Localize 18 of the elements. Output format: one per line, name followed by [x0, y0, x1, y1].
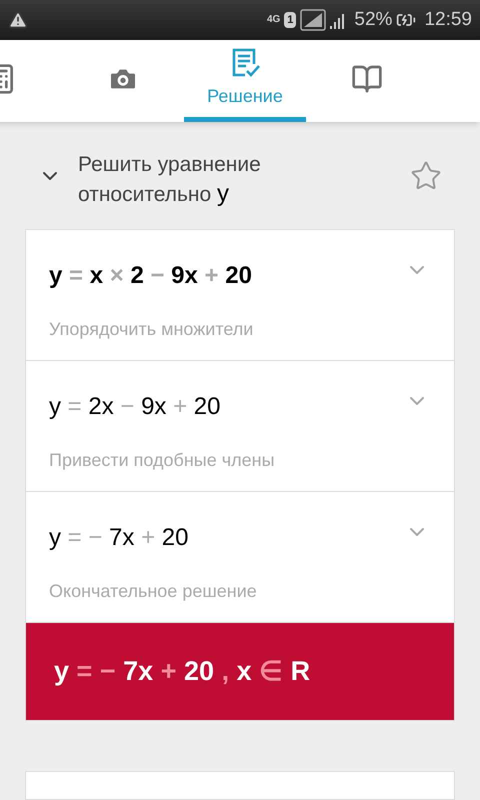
equation: y = − 7x + 20 [49, 523, 190, 553]
signal-icon [300, 9, 346, 31]
clock: 12:59 [424, 8, 472, 32]
final-answer: y = − 7x + 20 , x ∈ R [54, 655, 310, 688]
book-icon [351, 62, 383, 94]
step-description: Окончательное решение [49, 580, 258, 603]
solution-step[interactable]: y = 2x − 9x + 20 Привести подобные члены [26, 361, 454, 492]
favorite-star-icon[interactable] [410, 160, 442, 192]
step-description: Упорядочить множители [49, 318, 254, 341]
equation: y = 2x − 9x + 20 [49, 392, 222, 422]
solution-step[interactable]: y = x × 2 − 9x + 20 Упорядочить множители [26, 230, 454, 361]
battery-percent: 52% [354, 8, 392, 32]
network-type: 4G [266, 15, 280, 25]
sim-indicator: 1 [284, 12, 296, 28]
step-description: Привести подобные члены [49, 449, 276, 472]
warning-icon [8, 10, 28, 30]
equation: y = x × 2 − 9x + 20 [49, 261, 253, 291]
problem-title: Решить уравнение относительно y [78, 152, 262, 209]
